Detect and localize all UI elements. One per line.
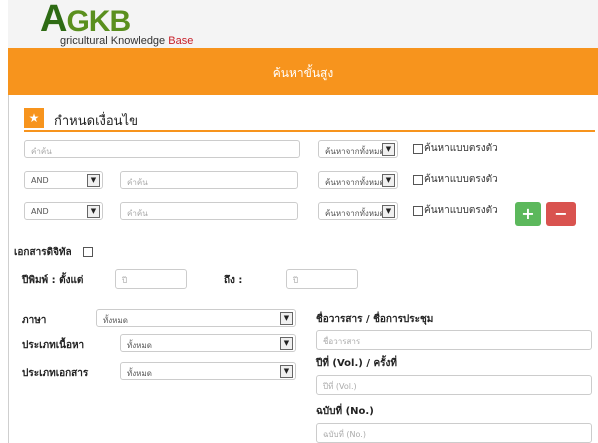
chevron-down-icon: ▼ <box>280 337 293 350</box>
issue-input[interactable]: ฉบับที่ (No.) <box>316 423 592 443</box>
page-title: ค้นหาขั้นสูง <box>272 66 334 80</box>
exact-match-label-2: ค้นหาแบบตรงตัว <box>424 174 498 185</box>
exact-match-checkbox-2[interactable] <box>413 175 423 185</box>
operator-select-2[interactable]: AND ▼ <box>24 171 103 189</box>
scope-select-1[interactable]: ค้นหาจากทั้งหมด ▼ <box>318 140 398 158</box>
language-label: ภาษา <box>22 315 47 326</box>
keyword-input-3[interactable]: คำค้น <box>120 202 298 220</box>
doc-type-select[interactable]: ทั้งหมด ▼ <box>120 362 296 380</box>
issue-label: ฉบับที่ (No.) <box>316 406 374 417</box>
keyword-input-2[interactable]: คำค้น <box>120 171 298 189</box>
logo-text: AGKB <box>40 0 131 40</box>
scope-select-3[interactable]: ค้นหาจากทั้งหมด ▼ <box>318 202 398 220</box>
chevron-down-icon: ▼ <box>382 205 395 218</box>
keyword-input-1[interactable]: คำค้น <box>24 140 300 158</box>
content-type-label: ประเภทเนื้อหา <box>22 340 85 351</box>
conditions-title: กำหนดเงื่อนไข <box>54 114 138 129</box>
journal-name-label: ชื่อวารสาร / ชื่อการประชุม <box>316 314 434 325</box>
page-banner: ค้นหาขั้นสูง <box>8 48 598 95</box>
digital-doc-label: เอกสารดิจิทัล <box>14 247 72 258</box>
digital-doc-checkbox[interactable] <box>83 247 93 257</box>
journal-name-input[interactable]: ชื่อวารสาร <box>316 330 592 350</box>
doc-type-label: ประเภทเอกสาร <box>22 368 89 379</box>
chevron-down-icon: ▼ <box>87 205 100 218</box>
content-type-select[interactable]: ทั้งหมด ▼ <box>120 334 296 352</box>
site-header: AGKB gricultural Knowledge Base <box>8 0 598 49</box>
chevron-down-icon: ▼ <box>382 143 395 156</box>
chevron-down-icon: ▼ <box>87 174 100 187</box>
operator-select-3[interactable]: AND ▼ <box>24 202 103 220</box>
year-from-label: ปีพิมพ์ : ตั้งแต่ <box>22 275 84 286</box>
chevron-down-icon: ▼ <box>280 365 293 378</box>
exact-match-checkbox-1[interactable] <box>413 144 423 154</box>
exact-match-label-1: ค้นหาแบบตรงตัว <box>424 143 498 154</box>
add-row-button[interactable]: + <box>515 202 541 226</box>
scope-select-2[interactable]: ค้นหาจากทั้งหมด ▼ <box>318 171 398 189</box>
year-to-input[interactable]: ปี <box>286 269 358 289</box>
exact-match-label-3: ค้นหาแบบตรงตัว <box>424 205 498 216</box>
logo-subtitle: gricultural Knowledge Base <box>60 35 194 47</box>
chevron-down-icon: ▼ <box>280 312 293 325</box>
agkb-logo[interactable]: AGKB gricultural Knowledge Base <box>40 0 193 47</box>
year-to-label: ถึง : <box>224 275 243 286</box>
star-icon: ★ <box>24 108 44 128</box>
conditions-header: ★ กำหนดเงื่อนไข <box>24 106 595 132</box>
exact-match-checkbox-3[interactable] <box>413 206 423 216</box>
chevron-down-icon: ▼ <box>382 174 395 187</box>
volume-label: ปีที่ (Vol.) / ครั้งที่ <box>316 358 398 369</box>
year-from-input[interactable]: ปี <box>115 269 187 289</box>
volume-input[interactable]: ปีที่ (Vol.) <box>316 375 592 395</box>
remove-row-button[interactable]: − <box>546 202 576 226</box>
language-select[interactable]: ทั้งหมด ▼ <box>96 309 296 327</box>
